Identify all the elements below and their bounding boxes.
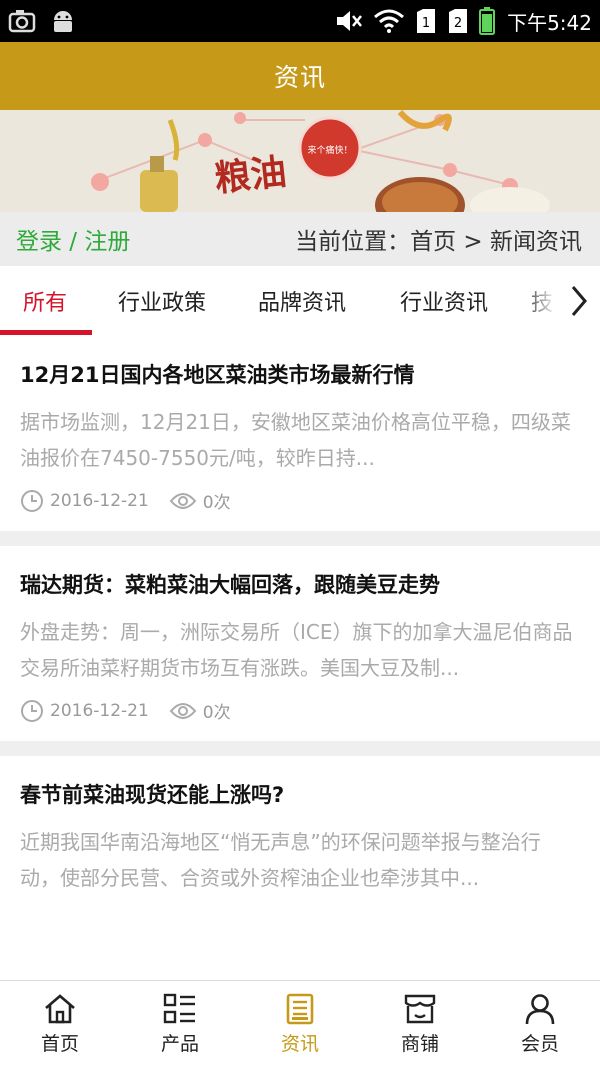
- nav-member[interactable]: 会员: [480, 981, 600, 1067]
- list-icon: [163, 993, 195, 1023]
- clock: 下午5:42: [507, 10, 592, 35]
- nav-products-label: 产品: [160, 1032, 199, 1055]
- nav-news[interactable]: 资讯: [240, 981, 360, 1067]
- svg-text:1: 1: [422, 16, 430, 31]
- eye-icon: [169, 492, 197, 509]
- divider: [0, 531, 600, 546]
- banner-headline: 粮油: [213, 152, 289, 200]
- article-title[interactable]: 春节前菜油现货还能上涨吗?: [20, 778, 580, 812]
- active-tab-indicator: [0, 330, 92, 335]
- article-summary: 据市场监测，12月21日，安徽地区菜油价格高位平稳，四级菜油报价在7450-75…: [20, 410, 571, 470]
- breadcrumb: 当前位置：首页 > 新闻资讯: [295, 229, 582, 255]
- tab-industry-policy[interactable]: 行业政策: [100, 266, 224, 336]
- article-list: 12月21日国内各地区菜油类市场最新行情 据市场监测，12月21日，安徽地区菜油…: [0, 336, 600, 914]
- status-bar: 1 2 下午5:42: [0, 0, 600, 42]
- nav-stores[interactable]: 商铺: [360, 981, 480, 1067]
- page-title: 资讯: [273, 63, 326, 92]
- battery-icon: [479, 7, 496, 35]
- nav-news-label: 资讯: [280, 1032, 319, 1055]
- category-tabs: 所有 行业政策 品牌资讯 行业资讯 技: [0, 266, 600, 336]
- sim2-icon: 2: [447, 8, 469, 34]
- article-item[interactable]: 瑞达期货：菜粕菜油大幅回落，跟随美豆走势 外盘走势：周一，洲际交易所（ICE）旗…: [0, 546, 600, 741]
- article-item[interactable]: 春节前菜油现货还能上涨吗? 近期我国华南沿海地区“悄无声息”的环保问题举报与整治…: [0, 756, 600, 914]
- app-header: 资讯: [0, 42, 600, 110]
- android-icon: [50, 8, 76, 34]
- article-views: 0次: [202, 703, 231, 723]
- eye-icon: [169, 702, 197, 719]
- article-item[interactable]: 12月21日国内各地区菜油类市场最新行情 据市场监测，12月21日，安徽地区菜油…: [0, 336, 600, 531]
- camera-icon: [8, 9, 36, 33]
- article-summary: 外盘走势：周一，洲际交易所（ICE）旗下的加拿大温尼伯商品交易所油菜籽期货市场互…: [20, 620, 573, 680]
- tab-all[interactable]: 所有: [0, 266, 90, 336]
- clock-icon: [21, 489, 43, 512]
- clock-icon: [21, 699, 43, 722]
- promo-banner[interactable]: 来个痛快！ 粮油: [0, 110, 600, 212]
- article-title[interactable]: 12月21日国内各地区菜油类市场最新行情: [20, 358, 580, 392]
- store-icon: [404, 994, 436, 1023]
- location-bar: 登录 / 注册 当前位置：首页 > 新闻资讯: [0, 212, 600, 266]
- mute-icon: [335, 9, 363, 33]
- user-icon: [525, 993, 555, 1024]
- article-meta: 2016-12-21 0次: [20, 488, 580, 513]
- news-icon: [286, 993, 314, 1024]
- article-views: 0次: [202, 493, 231, 513]
- wifi-icon: [373, 9, 405, 33]
- nav-products[interactable]: 产品: [120, 981, 240, 1067]
- divider: [0, 741, 600, 756]
- tab-brand-news[interactable]: 品牌资讯: [240, 266, 364, 336]
- article-date: 2016-12-21: [50, 700, 149, 721]
- tab-industry-news[interactable]: 行业资讯: [382, 266, 506, 336]
- home-icon: [45, 993, 75, 1023]
- svg-text:2: 2: [454, 16, 462, 31]
- nav-home[interactable]: 首页: [0, 981, 120, 1067]
- nav-member-label: 会员: [520, 1032, 559, 1055]
- nav-stores-label: 商铺: [400, 1032, 439, 1055]
- bottom-nav: 首页 产品 资讯 商铺 会员: [0, 980, 600, 1067]
- article-title[interactable]: 瑞达期货：菜粕菜油大幅回落，跟随美豆走势: [20, 568, 580, 602]
- banner-badge-text: 来个痛快！: [307, 144, 352, 156]
- article-meta: 2016-12-21 0次: [20, 698, 580, 723]
- login-register-link[interactable]: 登录 / 注册: [16, 222, 130, 256]
- chevron-right-icon: [571, 286, 587, 316]
- article-date: 2016-12-21: [50, 490, 149, 511]
- nav-home-label: 首页: [40, 1032, 79, 1055]
- tabs-scroll-right-button[interactable]: [558, 266, 600, 336]
- sim1-icon: 1: [415, 8, 437, 34]
- article-summary: 近期我国华南沿海地区“悄无声息”的环保问题举报与整治行动，使部分民营、合资或外资…: [20, 830, 541, 890]
